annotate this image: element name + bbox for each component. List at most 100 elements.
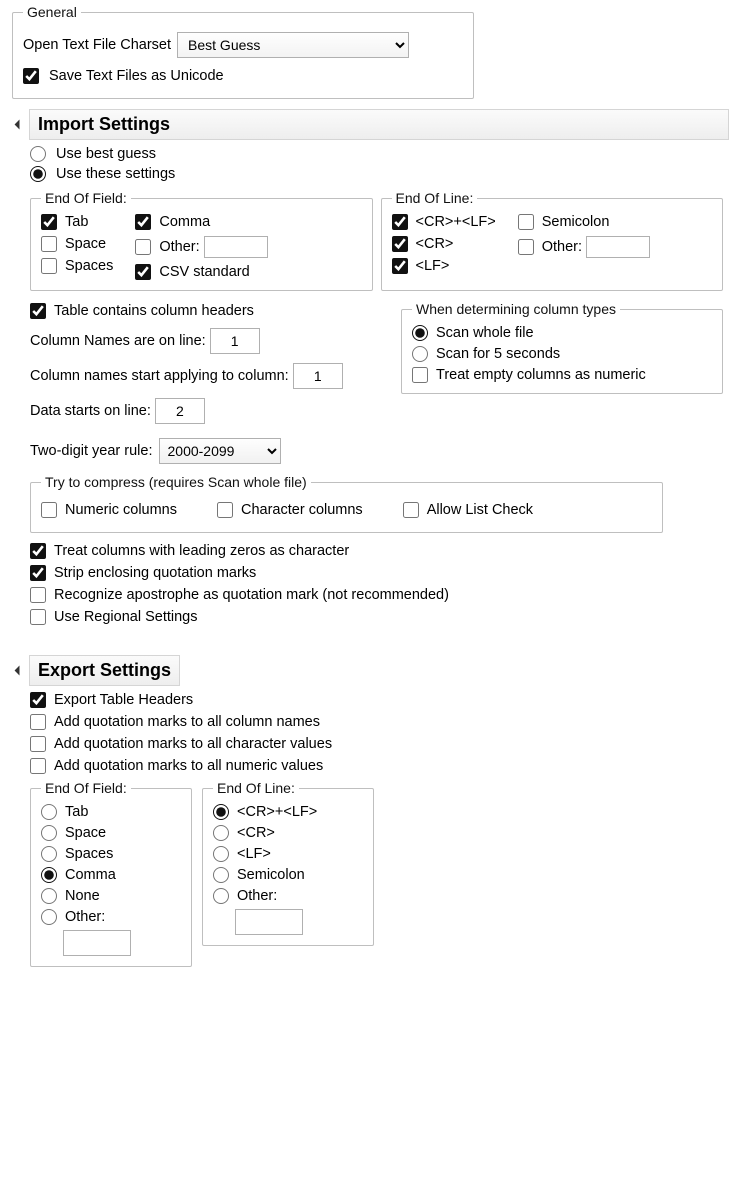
- eof-comma-label: Comma: [159, 214, 210, 230]
- compress-character-checkbox[interactable]: [217, 502, 233, 518]
- export-eol-semicolon-label: Semicolon: [237, 867, 305, 883]
- export-eof-spaces-radio[interactable]: [41, 846, 57, 862]
- eof-csv-label: CSV standard: [159, 264, 249, 280]
- data-starts-input[interactable]: [155, 398, 205, 424]
- compress-numeric-label: Numeric columns: [65, 502, 177, 518]
- export-eof-other-label: Other:: [65, 909, 105, 925]
- eol-semicolon-label: Semicolon: [542, 214, 610, 230]
- regional-checkbox[interactable]: [30, 609, 46, 625]
- quote-colnames-checkbox[interactable]: [30, 714, 46, 730]
- eol-other-checkbox[interactable]: [518, 239, 534, 255]
- export-eol-crlf-radio[interactable]: [213, 804, 229, 820]
- export-eol-lf-label: <LF>: [237, 846, 271, 862]
- export-eof-tab-label: Tab: [65, 804, 88, 820]
- quote-numvals-checkbox[interactable]: [30, 758, 46, 774]
- table-headers-checkbox[interactable]: [30, 303, 46, 319]
- export-eol-lf-radio[interactable]: [213, 846, 229, 862]
- export-eof-spaces-label: Spaces: [65, 846, 113, 862]
- use-these-settings-radio[interactable]: [30, 166, 46, 182]
- export-eof-none-label: None: [65, 888, 100, 904]
- export-eol-legend: End Of Line:: [213, 780, 299, 796]
- strip-quotes-checkbox[interactable]: [30, 565, 46, 581]
- eof-other-input[interactable]: [204, 236, 268, 258]
- leading-zeros-label: Treat columns with leading zeros as char…: [54, 543, 349, 559]
- export-eof-comma-radio[interactable]: [41, 867, 57, 883]
- col-names-start-input[interactable]: [293, 363, 343, 389]
- save-unicode-label: Save Text Files as Unicode: [49, 68, 224, 84]
- eol-cr-label: <CR>: [416, 236, 454, 252]
- eol-semicolon-checkbox[interactable]: [518, 214, 534, 230]
- apostrophe-label: Recognize apostrophe as quotation mark (…: [54, 587, 449, 603]
- export-eof-legend: End Of Field:: [41, 780, 131, 796]
- eof-tab-checkbox[interactable]: [41, 214, 57, 230]
- export-headers-checkbox[interactable]: [30, 692, 46, 708]
- compress-allowlist-checkbox[interactable]: [403, 502, 419, 518]
- use-best-guess-radio[interactable]: [30, 146, 46, 162]
- open-charset-select[interactable]: Best Guess: [177, 32, 409, 58]
- import-eof-legend: End Of Field:: [41, 190, 131, 206]
- export-eof-none-radio[interactable]: [41, 888, 57, 904]
- export-eol-other-radio[interactable]: [213, 888, 229, 904]
- import-eol-fieldset: End Of Line: <CR>+<LF> <CR> <LF> Semicol…: [381, 190, 724, 291]
- eof-other-checkbox[interactable]: [135, 239, 151, 255]
- disclosure-triangle-icon: [15, 120, 25, 130]
- eol-lf-label: <LF>: [416, 258, 450, 274]
- export-eol-cr-radio[interactable]: [213, 825, 229, 841]
- compress-numeric-checkbox[interactable]: [41, 502, 57, 518]
- column-types-legend: When determining column types: [412, 301, 620, 317]
- disclosure-triangle-icon: [15, 666, 25, 676]
- eol-lf-checkbox[interactable]: [392, 258, 408, 274]
- use-these-settings-label: Use these settings: [56, 166, 175, 182]
- export-eol-other-label: Other:: [237, 888, 277, 904]
- two-digit-year-select[interactable]: 2000-2099: [159, 438, 281, 464]
- export-eof-other-input[interactable]: [63, 930, 131, 956]
- scan-whole-label: Scan whole file: [436, 325, 534, 341]
- quote-colnames-label: Add quotation marks to all column names: [54, 714, 320, 730]
- import-settings-body: Use best guess Use these settings End Of…: [30, 146, 723, 625]
- eof-space-checkbox[interactable]: [41, 236, 57, 252]
- quote-numvals-label: Add quotation marks to all numeric value…: [54, 758, 323, 774]
- export-settings-header[interactable]: Export Settings: [14, 655, 729, 686]
- import-settings-title: Import Settings: [29, 109, 729, 140]
- scan-whole-radio[interactable]: [412, 325, 428, 341]
- import-eof-fieldset: End Of Field: Tab Space Spaces Comma Oth…: [30, 190, 373, 291]
- eof-spaces-checkbox[interactable]: [41, 258, 57, 274]
- eof-csv-checkbox[interactable]: [135, 264, 151, 280]
- col-names-line-input[interactable]: [210, 328, 260, 354]
- export-eol-fieldset: End Of Line: <CR>+<LF> <CR> <LF> Semicol…: [202, 780, 374, 946]
- export-headers-label: Export Table Headers: [54, 692, 193, 708]
- eol-other-input[interactable]: [586, 236, 650, 258]
- eol-other-label: Other:: [542, 239, 582, 255]
- table-headers-label: Table contains column headers: [54, 303, 254, 319]
- export-eof-fieldset: End Of Field: Tab Space Spaces Comma Non…: [30, 780, 192, 967]
- export-eol-semicolon-radio[interactable]: [213, 867, 229, 883]
- save-unicode-checkbox[interactable]: [23, 68, 39, 84]
- eol-crlf-label: <CR>+<LF>: [416, 214, 496, 230]
- two-digit-year-label: Two-digit year rule:: [30, 443, 153, 459]
- export-eof-tab-radio[interactable]: [41, 804, 57, 820]
- export-eof-space-radio[interactable]: [41, 825, 57, 841]
- quote-charvals-checkbox[interactable]: [30, 736, 46, 752]
- eof-comma-checkbox[interactable]: [135, 214, 151, 230]
- scan-five-label: Scan for 5 seconds: [436, 346, 560, 362]
- col-names-line-label: Column Names are on line:: [30, 333, 206, 349]
- eol-cr-checkbox[interactable]: [392, 236, 408, 252]
- export-eol-cr-label: <CR>: [237, 825, 275, 841]
- col-names-start-label: Column names start applying to column:: [30, 368, 289, 384]
- treat-empty-checkbox[interactable]: [412, 367, 428, 383]
- compress-allowlist-label: Allow List Check: [427, 502, 533, 518]
- eol-crlf-checkbox[interactable]: [392, 214, 408, 230]
- eof-spaces-label: Spaces: [65, 258, 113, 274]
- quote-charvals-label: Add quotation marks to all character val…: [54, 736, 332, 752]
- apostrophe-checkbox[interactable]: [30, 587, 46, 603]
- general-fieldset: General Open Text File Charset Best Gues…: [12, 4, 474, 99]
- export-eof-other-radio[interactable]: [41, 909, 57, 925]
- regional-label: Use Regional Settings: [54, 609, 197, 625]
- import-settings-header[interactable]: Import Settings: [14, 109, 729, 140]
- export-eol-other-input[interactable]: [235, 909, 303, 935]
- data-starts-label: Data starts on line:: [30, 403, 151, 419]
- scan-five-radio[interactable]: [412, 346, 428, 362]
- general-legend: General: [23, 4, 81, 20]
- use-best-guess-label: Use best guess: [56, 146, 156, 162]
- leading-zeros-checkbox[interactable]: [30, 543, 46, 559]
